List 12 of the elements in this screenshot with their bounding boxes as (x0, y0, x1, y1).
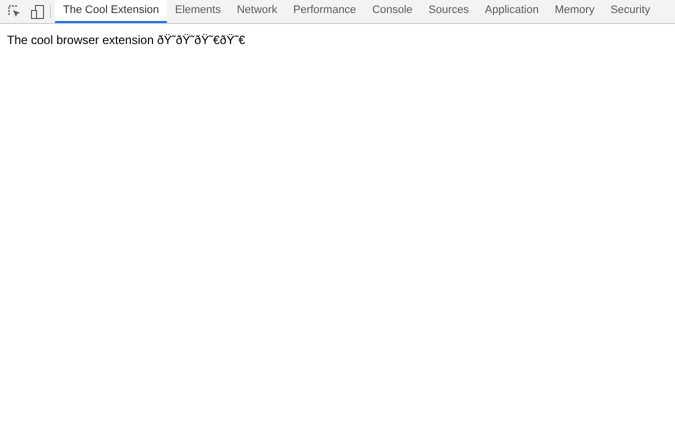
devtools-tab[interactable]: Performance (285, 0, 364, 23)
devtools-tab[interactable]: Console (364, 0, 421, 23)
inspect-element-icon[interactable] (8, 5, 21, 18)
devtools-tab[interactable]: Application (476, 0, 547, 23)
devtools-tab[interactable]: The Cool Extension (55, 0, 167, 23)
devtools-tab[interactable]: Elements (167, 0, 229, 23)
device-toolbar-icon[interactable] (31, 4, 44, 18)
devtools-tab[interactable]: Memory (546, 0, 602, 23)
devtools-tab[interactable]: Security (602, 0, 658, 23)
devtools-tab[interactable]: Network (228, 0, 286, 23)
extension-text: The cool browser extension ðŸ˜ðŸ˜ðŸ˜€ðŸ˜€ (6, 32, 246, 49)
devtools-tab[interactable]: Sources (420, 0, 477, 23)
